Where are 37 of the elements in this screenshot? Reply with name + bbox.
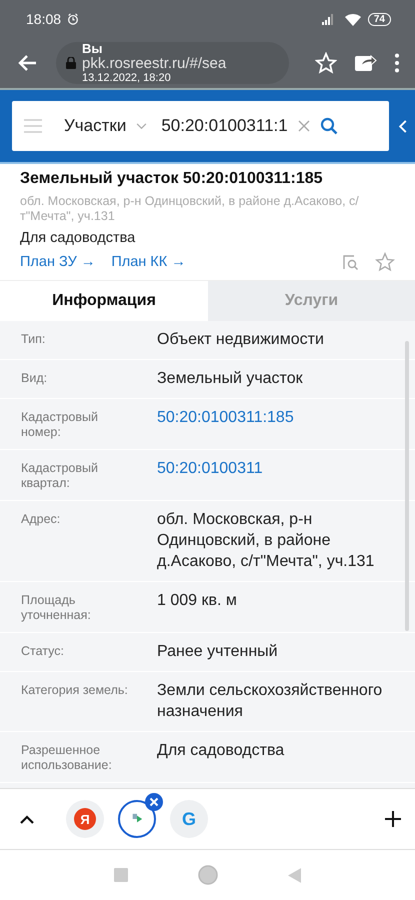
field-label: Категория земель: [21, 682, 129, 699]
field-value: Объект недвижимости [157, 330, 325, 350]
address-bar[interactable]: Вы pkk.rosreestr.ru/#/sea 13.12.2022, 18:20 [56, 42, 289, 84]
message-date: 13.12.2022, 18:20 [82, 72, 172, 84]
category-select[interactable]: Участки [64, 116, 126, 136]
field-value: Земли сельскохозяйственного назначения [157, 681, 384, 722]
field-value: Для садоводства [157, 741, 286, 761]
sender-name: Вы [82, 42, 104, 56]
field-label: Тип: [21, 331, 46, 348]
clock-time: 18:08 [26, 11, 62, 27]
field-value: Земельный участок [157, 369, 304, 389]
field-label: Статус: [21, 643, 65, 660]
field-value: обл. Московская, р-н Одинцовский, в районе д.Асаково, с/т"Мечта", уч.131 [157, 510, 376, 572]
tab-thumbnail[interactable]: G [170, 800, 208, 838]
parcel-address: обл. Московская, р-н Одинцовский, в районе д.Асаково, с/т"Мечта", уч.131 [20, 194, 360, 224]
site-logo: Я [74, 808, 96, 830]
search-value: 50:20:0100311:1 [161, 116, 288, 136]
field-label: Кадастровый номер: [21, 409, 99, 440]
plan-link[interactable]: План КК → [111, 254, 186, 270]
field-label: Адрес: [21, 511, 62, 528]
tab-thumbnail[interactable]: Я [66, 800, 104, 838]
field-label: Вид: [21, 370, 48, 387]
parcel-purpose: Для садоводства [20, 230, 136, 246]
tab[interactable]: Услуги [208, 281, 415, 321]
field-value: 1 009 кв. м [157, 591, 238, 611]
parcel-title: Земельный участок 50:20:0100311:185 [20, 170, 324, 188]
field-label: Площадь уточненная: [21, 592, 92, 623]
url-text: pkk.rosreestr.ru/#/sea [82, 56, 226, 72]
battery-level: 74 [368, 12, 391, 26]
field-label: Кадастровый квартал: [21, 460, 99, 491]
field-label: Разрешенное использование: [21, 742, 113, 773]
field-value: Ранее учтенный [157, 642, 279, 662]
value-link[interactable]: 50:20:0100311:185 [157, 407, 401, 440]
site-logo: G [182, 808, 196, 830]
search-field[interactable]: Участки 50:20:0100311:1 [12, 101, 389, 151]
value-link[interactable]: 50:20:0100311 [157, 458, 401, 491]
plan-link[interactable]: План ЗУ → [20, 254, 96, 270]
